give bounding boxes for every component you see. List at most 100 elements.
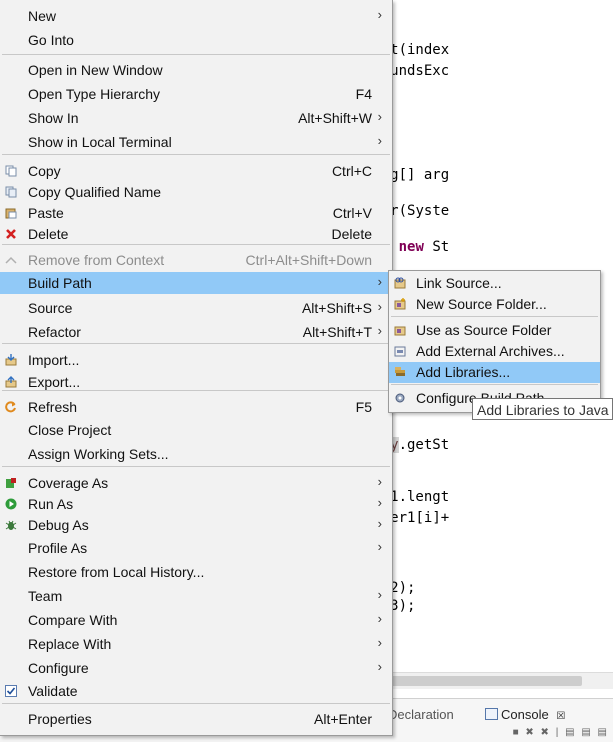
menu-item-shortcut: Alt+Shift+S [301, 300, 372, 316]
menu-separator [2, 54, 390, 55]
menu-item-configure[interactable]: Configure › [0, 657, 392, 679]
submenu-item-add-external-archives[interactable]: Add External Archives... [389, 341, 600, 362]
menu-item-copy[interactable]: Copy Ctrl+C [0, 160, 392, 182]
menu-item-open-in-new-window[interactable]: Open in New Window [0, 59, 392, 81]
paste-icon [5, 208, 17, 219]
menu-item-debug-as[interactable]: Debug As › [0, 514, 392, 536]
submenu-item-link-source[interactable]: Link Source... [389, 273, 600, 294]
menu-item-compare-with[interactable]: Compare With › [0, 609, 392, 631]
menu-item-shortcut: F4 [355, 86, 372, 102]
checkbox-icon [5, 685, 17, 697]
coverage-icon [6, 478, 16, 488]
tab-declaration-label: Declaration [388, 707, 454, 722]
menu-item-label: Copy [28, 163, 61, 179]
menu-item-shortcut: F5 [355, 399, 372, 415]
menu-item-label: Team [28, 588, 63, 604]
debug-icon [5, 520, 17, 530]
copy-icon [5, 165, 17, 177]
menu-item-import[interactable]: Import... [0, 349, 392, 371]
menu-item-profile-as[interactable]: Profile As › [0, 537, 392, 559]
menu-item-label: Validate [28, 683, 78, 699]
menu-item-run-as[interactable]: Run As › [0, 493, 392, 515]
menu-item-refresh[interactable]: Refresh F5 [0, 396, 392, 418]
menu-separator [2, 154, 390, 155]
menu-item-label: Debug As [28, 517, 89, 533]
menu-item-show-in-local-terminal[interactable]: Show in Local Terminal › [0, 131, 392, 153]
menu-item-shortcut: Alt+Enter [314, 711, 372, 727]
menu-item-label: Replace With [28, 636, 112, 652]
code-token: new [398, 239, 424, 255]
close-icon[interactable]: ☒ [556, 711, 565, 722]
import-icon [5, 354, 17, 366]
menu-item-shortcut: Delete [331, 226, 372, 242]
submenu-item-label: New Source Folder... [416, 296, 547, 312]
chevron-right-icon: › [377, 587, 382, 602]
menu-separator [2, 466, 390, 467]
remove-context-icon [5, 256, 17, 264]
menu-item-label: Coverage As [28, 475, 109, 491]
menu-item-shortcut: Ctrl+V [332, 205, 372, 221]
menu-item-label: Source [28, 300, 73, 316]
tab-console[interactable]: Console ☒ [485, 707, 565, 722]
chevron-right-icon: › [377, 635, 382, 650]
menu-item-copy-qualified-name[interactable]: Copy Qualified Name [0, 181, 392, 203]
console-toolbar[interactable]: ■ ✖ ✖ | ▤ ▤ ▤ [513, 727, 609, 738]
chevron-right-icon: › [377, 109, 382, 124]
delete-icon [6, 229, 16, 239]
submenu-separator [391, 316, 598, 317]
menu-item-close-project[interactable]: Close Project [0, 419, 392, 441]
menu-item-label: Show in Local Terminal [28, 134, 172, 150]
menu-item-build-path[interactable]: Build Path › [0, 272, 392, 294]
menu-item-label: Refresh [28, 399, 78, 415]
menu-item-go-into[interactable]: Go Into [0, 29, 392, 51]
menu-item-label: Import... [28, 352, 80, 368]
menu-item-label: Refactor [28, 324, 81, 340]
configure-build-path-icon [395, 393, 405, 403]
menu-item-label: Delete [28, 226, 69, 242]
chevron-right-icon: › [377, 274, 382, 289]
code-token: St [423, 239, 450, 255]
link-source-icon [394, 277, 406, 289]
menu-item-shortcut: Alt+Shift+T [302, 324, 372, 340]
menu-item-refactor[interactable]: Refactor Alt+Shift+T › [0, 321, 392, 343]
menu-item-team[interactable]: Team › [0, 585, 392, 607]
tooltip-text: Add Libraries to Java [477, 402, 609, 418]
submenu-item-new-source-folder[interactable]: New Source Folder... [389, 294, 600, 315]
external-archives-icon [394, 346, 406, 357]
code-token: .getSt [398, 437, 450, 453]
menu-item-label: Restore from Local History... [28, 564, 205, 580]
menu-item-source[interactable]: Source Alt+Shift+S › [0, 297, 392, 319]
menu-item-validate[interactable]: Validate [0, 680, 392, 702]
menu-item-label: Copy Qualified Name [28, 184, 162, 200]
menu-item-label: Run As [28, 496, 74, 512]
menu-item-label: Compare With [28, 612, 118, 628]
refresh-icon [5, 401, 16, 413]
export-icon [5, 376, 17, 388]
new-source-folder-icon [394, 298, 406, 310]
menu-item-export[interactable]: Export... [0, 371, 392, 393]
run-icon [5, 498, 17, 510]
submenu-item-add-libraries[interactable]: Add Libraries... [389, 362, 600, 383]
submenu-item-use-as-source-folder[interactable]: Use as Source Folder [389, 320, 600, 341]
menu-item-new[interactable]: New › [0, 5, 392, 27]
chevron-right-icon: › [377, 516, 382, 531]
menu-item-coverage-as[interactable]: Coverage As › [0, 472, 392, 494]
chevron-right-icon: › [377, 299, 382, 314]
chevron-right-icon: › [377, 7, 382, 22]
menu-item-open-type-hierarchy[interactable]: Open Type Hierarchy F4 [0, 83, 392, 105]
menu-item-remove-from-context: Remove from Context Ctrl+Alt+Shift+Down [0, 249, 392, 271]
menu-item-assign-working-sets[interactable]: Assign Working Sets... [0, 443, 392, 465]
submenu-item-label: Use as Source Folder [416, 322, 552, 338]
menu-item-label: Open Type Hierarchy [28, 86, 161, 102]
submenu-item-label: Add External Archives... [416, 343, 565, 359]
menu-item-properties[interactable]: Properties Alt+Enter [0, 708, 392, 730]
menu-item-restore-from-local-history[interactable]: Restore from Local History... [0, 561, 392, 583]
tooltip: Add Libraries to Java [472, 398, 613, 420]
menu-item-replace-with[interactable]: Replace With › [0, 633, 392, 655]
menu-item-paste[interactable]: Paste Ctrl+V [0, 202, 392, 224]
tab-declaration[interactable]: Declaration [388, 707, 454, 722]
menu-item-show-in[interactable]: Show In Alt+Shift+W › [0, 107, 392, 129]
menu-item-delete[interactable]: Delete Delete [0, 223, 392, 245]
menu-separator [2, 343, 390, 344]
submenu-item-label: Add Libraries... [416, 364, 511, 380]
